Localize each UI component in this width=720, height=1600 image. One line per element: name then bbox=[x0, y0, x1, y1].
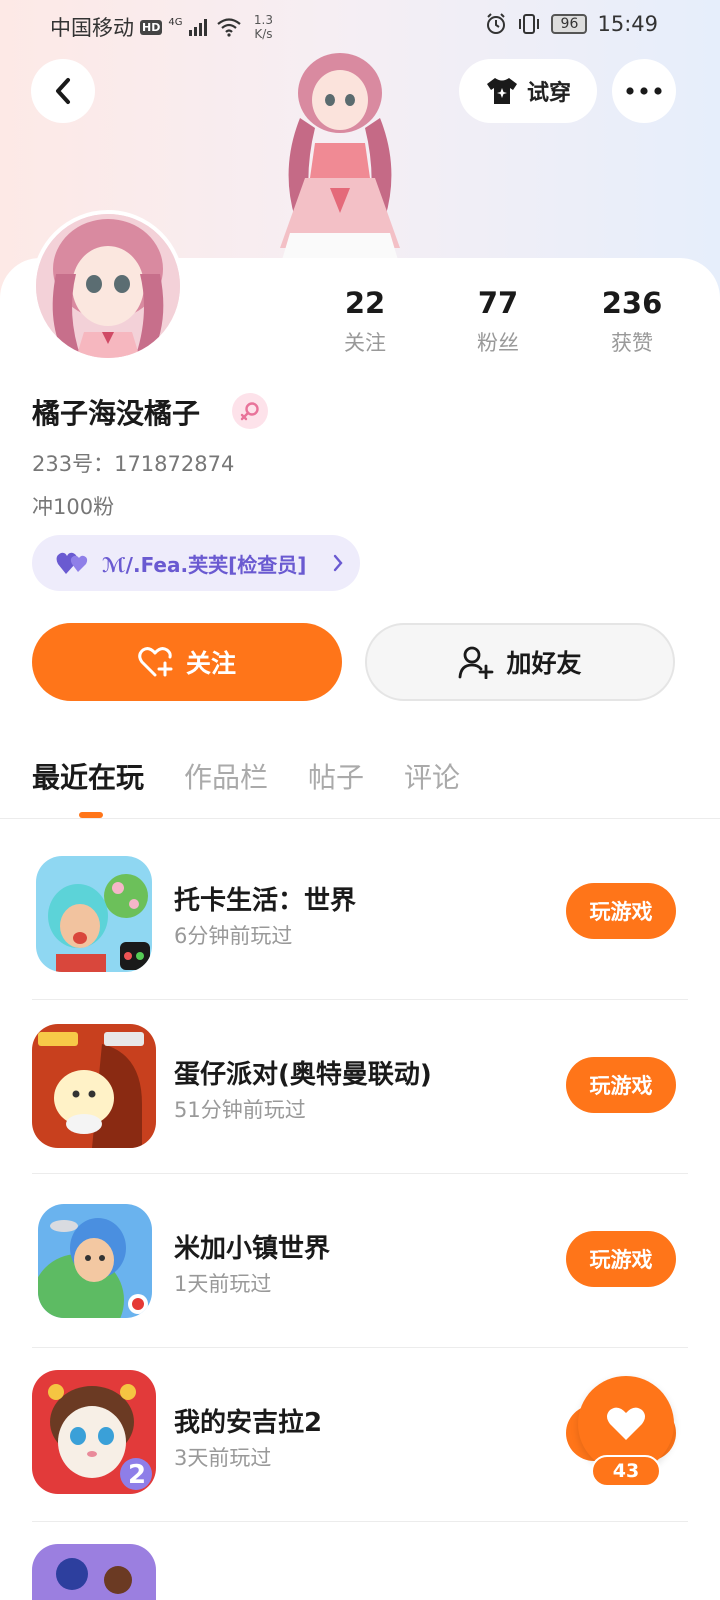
svg-text:2: 2 bbox=[128, 1460, 146, 1490]
heart-icon bbox=[607, 1407, 645, 1440]
user-id: 233号：171872874 bbox=[32, 452, 235, 476]
guild-name: ℳ/.Fea.芙芙[检查员] bbox=[102, 552, 307, 577]
play-game-button[interactable]: 玩游戏 bbox=[566, 1057, 676, 1113]
game-title: 托卡生活：世界 bbox=[174, 886, 357, 916]
user-bio: 冲100粉 bbox=[32, 495, 115, 519]
game-last-played: 51分钟前玩过 bbox=[174, 1098, 306, 1122]
tab-comments[interactable]: 评论 bbox=[404, 756, 460, 796]
signal-icon bbox=[189, 19, 208, 36]
game-row[interactable]: 托卡生活：世界 6分钟前玩过 玩游戏 bbox=[32, 826, 688, 1000]
follow-label: 关注 bbox=[185, 649, 236, 678]
like-count: 43 bbox=[591, 1455, 661, 1487]
game-icon-eggy-party bbox=[32, 1024, 156, 1148]
heart-plus-icon bbox=[138, 647, 173, 677]
game-icon-partial bbox=[32, 1544, 156, 1600]
tab-recently-played[interactable]: 最近在玩 bbox=[32, 756, 144, 796]
alarm-icon bbox=[487, 13, 506, 34]
add-friend-label: 加好友 bbox=[506, 649, 582, 678]
guild-badge[interactable]: ℳ/.Fea.芙芙[检查员] bbox=[32, 535, 360, 591]
stat-following-count: 22 bbox=[344, 286, 386, 320]
row-divider bbox=[32, 1521, 688, 1522]
network-label: 4G bbox=[168, 16, 183, 28]
chevron-left-icon bbox=[56, 78, 70, 104]
game-title: 蛋仔派对(奥特曼联动) bbox=[174, 1060, 432, 1090]
double-heart-icon bbox=[56, 552, 88, 574]
stat-likes-count: 236 bbox=[601, 286, 663, 320]
try-on-label: 试穿 bbox=[526, 81, 571, 106]
hd-badge: HD bbox=[140, 19, 163, 35]
avatar[interactable] bbox=[32, 210, 184, 362]
stat-following-label: 关注 bbox=[344, 331, 386, 355]
shirt-sparkle-icon bbox=[486, 78, 517, 104]
more-button[interactable] bbox=[612, 59, 676, 123]
username: 橘子海没橘子 bbox=[32, 397, 201, 430]
game-icon-toca bbox=[36, 856, 152, 972]
stat-fans-count: 77 bbox=[477, 286, 519, 320]
game-title: 我的安吉拉2 bbox=[174, 1408, 323, 1438]
avatar-3d-figure bbox=[280, 53, 400, 260]
wifi-icon bbox=[217, 18, 242, 37]
tabs-divider bbox=[0, 818, 720, 819]
battery-indicator: 96 bbox=[551, 14, 588, 34]
stat-fans-label: 粉丝 bbox=[477, 331, 519, 355]
net-speed: 1.3 K/s bbox=[253, 13, 274, 41]
vibrate-icon bbox=[519, 14, 540, 34]
gender-badge bbox=[232, 393, 268, 429]
back-button[interactable] bbox=[31, 59, 95, 123]
status-bar: 中国移动 HD 4G 1.3 K/s 96 15:49 bbox=[0, 0, 720, 50]
female-icon bbox=[240, 402, 259, 421]
profile-tabs: 最近在玩 作品栏 帖子 评论 bbox=[32, 756, 460, 796]
clock: 15:49 bbox=[597, 12, 658, 36]
stat-likes[interactable]: 236 获赞 bbox=[577, 285, 687, 357]
game-row[interactable]: 蛋仔派对(奥特曼联动) 51分钟前玩过 玩游戏 bbox=[32, 1000, 688, 1174]
try-on-button[interactable]: 试穿 bbox=[459, 59, 597, 123]
game-title: 米加小镇世界 bbox=[174, 1234, 331, 1264]
game-icon-my-angela-2: 2 bbox=[32, 1370, 156, 1494]
more-dots-icon bbox=[626, 87, 662, 95]
follow-button[interactable]: 关注 bbox=[32, 623, 342, 701]
play-game-button[interactable]: 玩游戏 bbox=[566, 1231, 676, 1287]
tab-posts[interactable]: 帖子 bbox=[308, 756, 364, 796]
add-user-icon bbox=[459, 646, 494, 679]
avatar-image bbox=[36, 214, 180, 358]
chevron-right-icon bbox=[333, 554, 343, 572]
stat-likes-label: 获赞 bbox=[611, 331, 653, 355]
add-friend-button[interactable]: 加好友 bbox=[365, 623, 675, 701]
game-last-played: 6分钟前玩过 bbox=[174, 924, 293, 948]
tab-works[interactable]: 作品栏 bbox=[184, 756, 268, 796]
game-row[interactable]: 米加小镇世界 1天前玩过 玩游戏 bbox=[32, 1174, 688, 1348]
game-last-played: 3天前玩过 bbox=[174, 1446, 272, 1470]
stat-following[interactable]: 22 关注 bbox=[310, 285, 420, 357]
carrier-label: 中国移动 bbox=[50, 16, 134, 40]
play-game-button[interactable]: 玩游戏 bbox=[566, 883, 676, 939]
game-icon-miga-town bbox=[38, 1204, 152, 1318]
stat-fans[interactable]: 77 粉丝 bbox=[443, 285, 553, 357]
game-last-played: 1天前玩过 bbox=[174, 1272, 272, 1296]
